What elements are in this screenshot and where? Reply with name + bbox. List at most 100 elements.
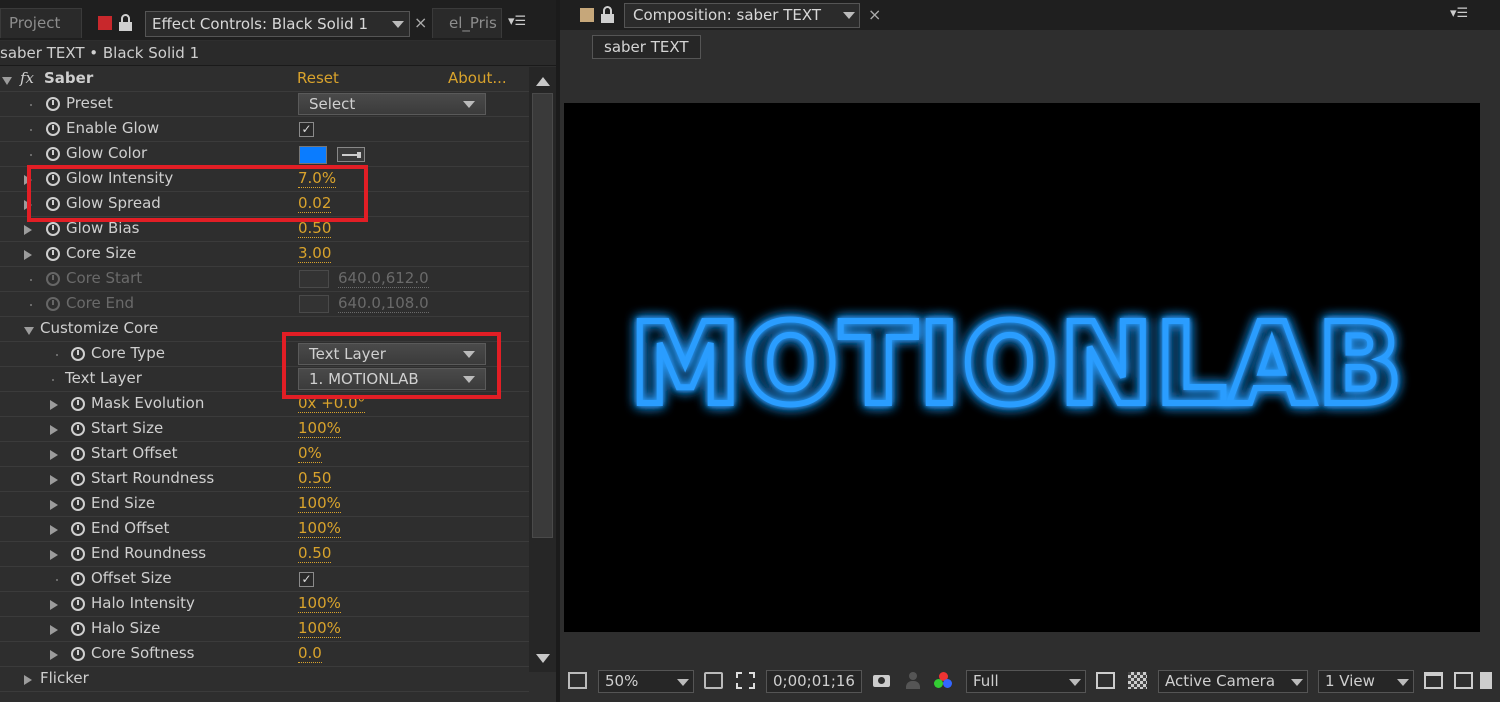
glow-color-swatch[interactable] [299, 146, 327, 164]
enable-glow-checkbox[interactable]: ✓ [299, 122, 314, 137]
expand-triangle-icon[interactable] [50, 650, 58, 660]
stopwatch-icon[interactable] [71, 647, 85, 661]
scroll-thumb[interactable] [532, 93, 553, 538]
stopwatch-icon[interactable] [46, 97, 60, 111]
core-softness-value[interactable]: 0.0 [298, 644, 322, 663]
view-layout-dropdown[interactable]: 1 View [1318, 670, 1414, 693]
dot-icon [30, 129, 32, 131]
stopwatch-icon[interactable] [71, 397, 85, 411]
panel-menu-icon[interactable]: ▾☰ [508, 14, 526, 29]
tab-effect-controls[interactable]: Effect Controls: Black Solid 1 [145, 11, 410, 37]
vertical-scrollbar[interactable] [529, 67, 556, 672]
tab-composition[interactable]: Composition: saber TEXT [624, 3, 860, 28]
preset-dropdown[interactable]: Select [298, 93, 486, 115]
expand-triangle-icon[interactable] [24, 675, 32, 685]
start-roundness-value[interactable]: 0.50 [298, 469, 332, 488]
expand-triangle-icon[interactable] [50, 425, 58, 435]
expand-triangle-icon[interactable] [24, 225, 32, 235]
panel-menu-icon[interactable]: ▾☰ [1450, 6, 1468, 21]
group-row-flicker[interactable]: Flicker [0, 667, 529, 692]
tab-prism[interactable]: el_Pris [432, 8, 502, 38]
flowchart-comp-button[interactable]: saber TEXT [592, 35, 701, 59]
stopwatch-icon[interactable] [71, 472, 85, 486]
timeline-icon[interactable] [1480, 672, 1492, 689]
stopwatch-icon [46, 297, 60, 311]
reset-button[interactable]: Reset [297, 69, 339, 87]
composition-viewer[interactable]: MOTIONLAB [564, 103, 1480, 632]
expand-triangle-icon[interactable] [50, 500, 58, 510]
close-icon[interactable]: × [868, 5, 881, 24]
about-button[interactable]: About... [448, 69, 507, 87]
expand-triangle-icon[interactable] [50, 475, 58, 485]
snapshot-camera-icon[interactable] [872, 672, 891, 689]
stopwatch-icon[interactable] [71, 597, 85, 611]
scroll-down-arrow-icon[interactable] [536, 654, 550, 663]
fx-icon[interactable]: fx [20, 69, 34, 87]
stopwatch-icon[interactable] [71, 572, 85, 586]
expand-triangle-icon[interactable] [2, 77, 12, 85]
chevron-down-icon[interactable] [843, 12, 855, 19]
end-offset-value[interactable]: 100% [298, 519, 341, 538]
expand-triangle-icon[interactable] [50, 450, 58, 460]
region-of-interest-icon[interactable] [1096, 672, 1115, 689]
stopwatch-icon[interactable] [71, 547, 85, 561]
lock-icon[interactable] [600, 6, 616, 24]
offset-size-checkbox[interactable]: ✓ [299, 572, 314, 587]
chevron-down-icon[interactable] [392, 21, 404, 28]
stopwatch-icon[interactable] [46, 247, 60, 261]
lock-icon[interactable] [118, 14, 134, 32]
end-size-value[interactable]: 100% [298, 494, 341, 513]
expand-triangle-icon[interactable] [50, 550, 58, 560]
tab-project[interactable]: Project [0, 8, 82, 38]
resolution-value: Full [973, 672, 999, 690]
safe-frames-icon[interactable] [704, 672, 723, 689]
stopwatch-icon[interactable] [71, 347, 85, 361]
stopwatch-icon[interactable] [46, 222, 60, 236]
effect-name: Saber [44, 69, 94, 87]
stopwatch-icon[interactable] [71, 422, 85, 436]
timecode-value: 0;00;01;16 [773, 672, 855, 690]
expand-triangle-icon[interactable] [50, 525, 58, 535]
fast-previews-icon[interactable] [1454, 672, 1473, 689]
zoom-dropdown[interactable]: 50% [598, 670, 694, 693]
toggle-pixel-aspect-icon[interactable] [1424, 672, 1443, 689]
property-row-glow-color: Glow Color [0, 142, 529, 167]
scroll-up-arrow-icon[interactable] [536, 77, 550, 86]
transparency-grid-icon[interactable] [1128, 672, 1147, 689]
resolution-dropdown[interactable]: Full [966, 670, 1086, 693]
stopwatch-icon[interactable] [71, 522, 85, 536]
core-start-value: 640.0,612.0 [338, 269, 429, 288]
color-channels-icon[interactable] [934, 672, 953, 689]
timecode-field[interactable]: 0;00;01;16 [766, 670, 862, 693]
start-size-value[interactable]: 100% [298, 419, 341, 438]
start-offset-value[interactable]: 0% [298, 444, 322, 463]
expand-triangle-icon[interactable] [24, 250, 32, 260]
expand-triangle-icon[interactable] [50, 600, 58, 610]
stopwatch-icon[interactable] [46, 147, 60, 161]
show-snapshot-person-icon[interactable] [904, 672, 923, 689]
effect-header-row[interactable]: fx Saber Reset About... [0, 67, 529, 92]
mask-visibility-icon[interactable] [736, 672, 755, 689]
expand-triangle-icon[interactable] [50, 400, 58, 410]
stopwatch-icon[interactable] [71, 622, 85, 636]
property-label: End Size [91, 494, 156, 512]
close-icon[interactable]: × [414, 13, 427, 32]
halo-size-value[interactable]: 100% [298, 619, 341, 638]
end-roundness-value[interactable]: 0.50 [298, 544, 332, 563]
dot-icon [56, 579, 58, 581]
property-row-halo-intensity: Halo Intensity 100% [0, 592, 529, 617]
property-row-halo-size: Halo Size 100% [0, 617, 529, 642]
stopwatch-icon[interactable] [46, 122, 60, 136]
eyedropper-icon[interactable] [337, 147, 365, 162]
crosshair-icon [299, 270, 329, 288]
expand-triangle-icon[interactable] [50, 625, 58, 635]
property-label: Start Roundness [91, 469, 215, 487]
halo-intensity-value[interactable]: 100% [298, 594, 341, 613]
stopwatch-icon[interactable] [71, 497, 85, 511]
core-size-value[interactable]: 3.00 [298, 244, 332, 263]
expand-triangle-icon[interactable] [24, 327, 34, 335]
stopwatch-icon[interactable] [71, 447, 85, 461]
panel-tab-bar: Project Effect Controls: Black Solid 1 ×… [0, 0, 556, 40]
camera-view-dropdown[interactable]: Active Camera [1158, 670, 1308, 693]
always-preview-icon[interactable] [568, 672, 587, 689]
